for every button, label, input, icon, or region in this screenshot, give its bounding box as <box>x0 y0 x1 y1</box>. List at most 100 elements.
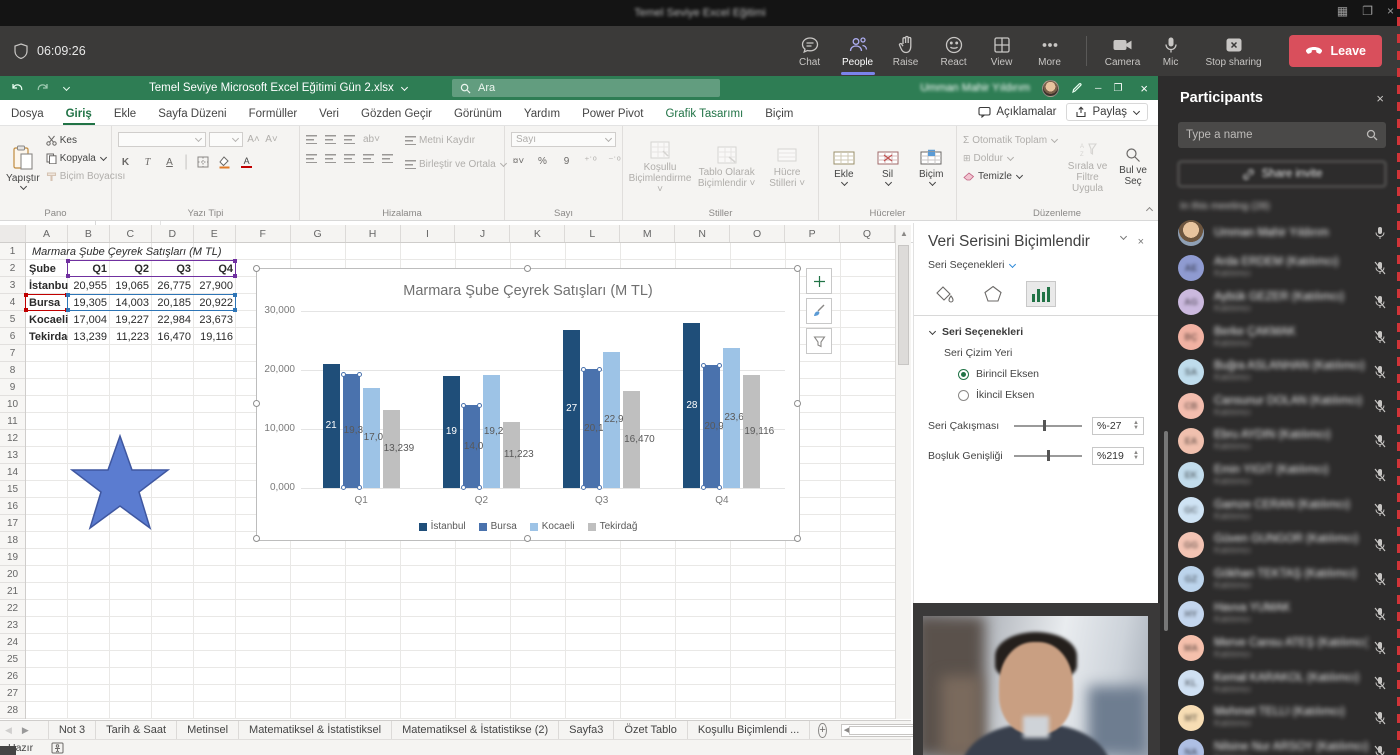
wrap-text-button[interactable]: Metni Kaydır <box>405 132 506 149</box>
chart-resize-handle[interactable] <box>524 535 531 542</box>
row-header-21[interactable]: 21 <box>0 583 25 600</box>
ribbon-tab-sayfa-d-zeni[interactable]: Sayfa Düzeni <box>147 103 237 125</box>
vertical-scroll-thumb[interactable] <box>898 245 909 365</box>
row-header-14[interactable]: 14 <box>0 464 25 481</box>
mic-off-icon[interactable] <box>1374 468 1386 482</box>
value-cell[interactable]: 19,065 <box>110 277 152 294</box>
value-cell[interactable]: 19,116 <box>194 328 236 345</box>
column-header-K[interactable]: K <box>510 225 565 242</box>
stop-sharing-button[interactable]: Stop sharing <box>1197 35 1271 68</box>
sort-filter-button[interactable]: AZ Sırala ve Filtre Uygula <box>1066 130 1109 204</box>
series-selection-handle[interactable] <box>701 485 706 490</box>
camera-button[interactable]: Camera <box>1101 35 1145 68</box>
mic-off-icon[interactable] <box>1374 503 1386 517</box>
sheet-tab-metinsel[interactable]: Metinsel <box>177 721 239 739</box>
vertical-scrollbar[interactable]: ▲ <box>895 225 911 719</box>
star-shape[interactable] <box>70 434 170 532</box>
ribbon-tab-ekle[interactable]: Ekle <box>103 103 147 125</box>
column-header-D[interactable]: D <box>152 225 194 242</box>
series-selection-handle[interactable] <box>357 485 362 490</box>
gap-width-slider[interactable] <box>1014 455 1082 457</box>
restore-icon[interactable]: ❐ <box>1113 83 1122 94</box>
underline-button[interactable]: A <box>162 155 177 170</box>
sheet-nav-right-icon[interactable]: ▶ <box>17 725 34 736</box>
redo-icon[interactable] <box>36 82 50 94</box>
pane-collapse-icon[interactable] <box>1120 233 1127 240</box>
sheet-tab-sayfa3[interactable]: Sayfa3 <box>559 721 614 739</box>
row-header-9[interactable]: 9 <box>0 379 25 396</box>
branch-cell-3[interactable]: Tekirdağ <box>26 328 68 345</box>
share-invite-button[interactable]: Share invite <box>1178 161 1386 187</box>
row-header-24[interactable]: 24 <box>0 634 25 651</box>
participant-row[interactable]: NANilsine Nur ARSOY (Katılımcı)Katılımcı <box>1164 735 1400 755</box>
autosum-button[interactable]: ΣOtomatik Toplam <box>963 132 1060 149</box>
row-header-18[interactable]: 18 <box>0 532 25 549</box>
chart-resize-handle[interactable] <box>253 400 260 407</box>
row-header-16[interactable]: 16 <box>0 498 25 515</box>
align-left-icon[interactable] <box>306 154 317 163</box>
font-size-combo[interactable] <box>209 132 243 147</box>
grow-font-button[interactable]: A˄ <box>246 132 261 147</box>
gap-width-spinbox[interactable]: %219▲▼ <box>1092 447 1144 465</box>
participant-row[interactable]: HYHavva YUMAKKatılımcı <box>1164 597 1400 632</box>
mic-off-icon[interactable] <box>1374 399 1386 413</box>
mic-off-icon[interactable] <box>1374 365 1386 379</box>
ribbon-tab-grafik-tasar-m-[interactable]: Grafik Tasarımı <box>654 103 754 125</box>
row-header-10[interactable]: 10 <box>0 396 25 413</box>
ribbon-tab-dosya[interactable]: Dosya <box>0 103 55 125</box>
mic-off-icon[interactable] <box>1374 711 1386 725</box>
chart-styles-button[interactable] <box>806 298 832 324</box>
indent-increase-icon[interactable] <box>382 154 393 163</box>
overlap-slider-thumb[interactable] <box>1043 420 1046 431</box>
row-header-27[interactable]: 27 <box>0 685 25 702</box>
chart-resize-handle[interactable] <box>253 535 260 542</box>
column-header-C[interactable]: C <box>110 225 152 242</box>
row-header-26[interactable]: 26 <box>0 668 25 685</box>
participant-row[interactable]: EKEmin YİĞİT (Katılımcı)Katılımcı <box>1164 458 1400 493</box>
pencil-icon[interactable] <box>1071 82 1083 94</box>
collapse-ribbon-icon[interactable] <box>1146 207 1153 214</box>
ribbon-tab-bi-im[interactable]: Biçim <box>754 103 804 125</box>
participant-row[interactable]: GZGökhan TEKTAŞ (Katılımcı)Katılımcı <box>1164 562 1400 597</box>
clear-button[interactable]: Temizle <box>963 168 1060 185</box>
italic-button[interactable]: T <box>140 155 155 170</box>
effects-tab[interactable] <box>978 281 1008 307</box>
column-header-I[interactable]: I <box>401 225 456 242</box>
sheet-tab--zet-tablo[interactable]: Özet Tablo <box>614 721 687 739</box>
orientation-button[interactable]: ab˅ <box>363 132 380 147</box>
mic-off-icon[interactable] <box>1374 261 1386 275</box>
column-header-G[interactable]: G <box>291 225 346 242</box>
row-header-4[interactable]: 4 <box>0 294 25 311</box>
mic-on-icon[interactable] <box>1374 226 1386 240</box>
series-options-tab[interactable] <box>1026 281 1056 307</box>
increase-decimal-button[interactable]: ⁺˙⁰ <box>583 154 598 169</box>
chart-resize-handle[interactable] <box>794 400 801 407</box>
accessibility-icon[interactable] <box>51 742 64 754</box>
value-cell[interactable]: 22,984 <box>152 311 194 328</box>
align-center-icon[interactable] <box>325 154 336 163</box>
row-header-15[interactable]: 15 <box>0 481 25 498</box>
header-cell-Q4[interactable]: Q4 <box>194 260 236 277</box>
align-right-icon[interactable] <box>344 154 355 163</box>
fill-color-button[interactable] <box>217 155 232 170</box>
secondary-axis-radio[interactable]: İkincil Eksen <box>958 389 1144 401</box>
sheet-tab-not-3[interactable]: Not 3 <box>49 721 96 739</box>
row-header-13[interactable]: 13 <box>0 447 25 464</box>
header-cell-Şube[interactable]: Şube <box>26 260 68 277</box>
column-header-F[interactable]: F <box>236 225 291 242</box>
shrink-font-button[interactable]: A˅ <box>264 132 279 147</box>
value-cell[interactable]: 14,003 <box>110 294 152 311</box>
workbook-title[interactable]: Temel Seviye Microsoft Excel Eğitimi Gün… <box>149 82 407 94</box>
mic-off-icon[interactable] <box>1374 641 1386 655</box>
pane-close-icon[interactable]: × <box>1138 236 1144 248</box>
align-top-icon[interactable] <box>306 135 317 144</box>
value-cell[interactable]: 19,227 <box>110 311 152 328</box>
participant-row[interactable]: GCGamze CERAN (Katılımcı)Katılımcı <box>1164 493 1400 528</box>
value-cell[interactable]: 20,185 <box>152 294 194 311</box>
share-button[interactable]: Paylaş <box>1066 103 1148 121</box>
close-icon[interactable]: × <box>1134 81 1154 96</box>
format-as-table-button[interactable]: Tablo Olarak Biçimlendir ˅ <box>697 130 756 204</box>
chart-resize-handle[interactable] <box>524 265 531 272</box>
series-overlap-slider[interactable] <box>1014 425 1082 427</box>
mic-off-icon[interactable] <box>1374 434 1386 448</box>
